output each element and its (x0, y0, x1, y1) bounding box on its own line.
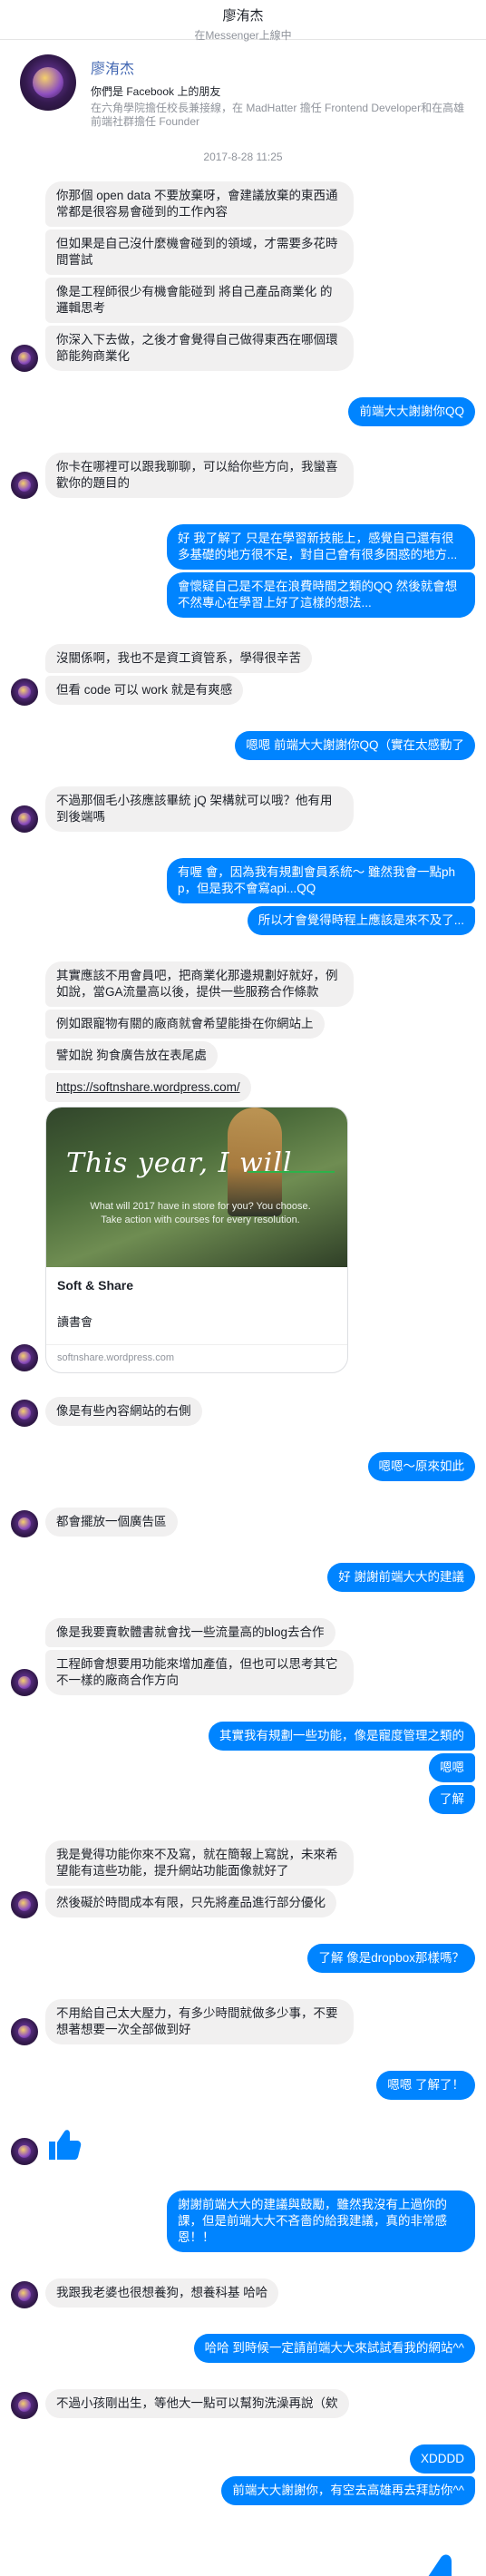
message-group: 不過那個毛小孩應該畢統 jQ 架構就可以哦？他有用到後端嗎 (0, 786, 486, 834)
message-group: 哈哈 到時候一定請前端大大來試試看我的網站^^ (0, 2334, 486, 2366)
avatar-icon[interactable] (11, 2392, 38, 2419)
message-bubble[interactable]: 不過那個毛小孩應該畢統 jQ 架構就可以哦？他有用到後端嗎 (45, 786, 354, 832)
message-group: 我跟我老婆也很想養狗，想養科基 哈哈 (0, 2278, 486, 2310)
message-thread: 你那個 open data 不要放棄呀，會建議放棄的東西通常都是很容易會碰到的工… (0, 181, 486, 2576)
avatar-icon[interactable] (11, 678, 38, 706)
message-bubble[interactable]: 嗯嗯 了解了！ (376, 2071, 475, 2100)
message-group: 我是覺得功能你來不及寫，就在簡報上寫說，未來希望能有這些功能，提升網站功能面像就… (0, 1840, 486, 1920)
message-group (0, 2126, 486, 2167)
avatar-icon[interactable] (11, 1510, 38, 1537)
message-group: 你卡在哪裡可以跟我聊聊，可以給你些方向，我蠻喜歡你的題目的 (0, 453, 486, 501)
conversation-header: 廖洧杰 在Messenger上線中 (0, 0, 486, 42)
message-group: 嗯嗯～原來如此 (0, 1452, 486, 1484)
message-group: 都會擺放一個廣告區 (0, 1508, 486, 1539)
message-bubble[interactable]: 不用給自己太大壓力，有多少時間就做多少事，不要想著想要一次全部做到好 (45, 1999, 354, 2044)
message-group: XDDDD 前端大大謝謝你，有空去高雄再去拜訪你^^ (0, 2444, 486, 2576)
message-bubble[interactable]: 好 謝謝前端大大的建議 (327, 1563, 475, 1592)
avatar-icon[interactable] (11, 805, 38, 833)
avatar-icon[interactable] (11, 1669, 38, 1696)
message-bubble[interactable]: 你深入下去做，之後才會覺得自己做得東西在哪個環節能夠商業化 (45, 326, 354, 371)
preview-subtext: What will 2017 have in store for you? Yo… (90, 1201, 311, 1225)
avatar-icon[interactable] (11, 2018, 38, 2045)
thumbs-up-icon (403, 2533, 475, 2576)
conversation-timestamp: 2017-8-28 11:25 (203, 151, 283, 163)
message-bubble[interactable]: 哈哈 到時候一定請前端大大來試試看我的網站^^ (193, 2334, 475, 2363)
message-bubble[interactable]: 像是有些內容網站的右側 (45, 1397, 202, 1426)
message-group: 前端大大謝謝你QQ (0, 397, 486, 429)
message-bubble[interactable]: 例如跟寵物有關的廠商就會希望能掛在你網站上 (45, 1010, 325, 1039)
message-group: 像是我要賣軟體書就會找一些流量高的blog去合作工程師會想要用功能來增加產值，但… (0, 1618, 486, 1698)
avatar-icon[interactable] (11, 1891, 38, 1918)
preview-description: 讀書會 (57, 1315, 93, 1329)
message-group: 其實我有規劃一些功能，像是寵度管理之類的 嗯嗯了解 (0, 1722, 486, 1817)
message-bubble[interactable]: 前端大大謝謝你，有空去高雄再去拜訪你^^ (221, 2476, 475, 2505)
message-bubble[interactable]: 像是工程師很少有機會能碰到 將自己產品商業化 的邏輯思考 (45, 278, 354, 323)
message-group: 其實應該不用會員吧，把商業化那邊規劃好就好，例如說，當GA流量高以後，提供一些服… (0, 961, 486, 1373)
message-group: 好 謝謝前端大大的建議 (0, 1563, 486, 1595)
avatar-icon[interactable] (11, 2138, 38, 2165)
message-bubble[interactable]: 其實應該不用會員吧，把商業化那邊規劃好就好，例如說，當GA流量高以後，提供一些服… (45, 961, 354, 1007)
message-bubble[interactable]: https://softnshare.wordpress.com/ (45, 1073, 251, 1102)
message-bubble[interactable]: 了解 像是dropbox那樣嗎？ (307, 1944, 475, 1973)
message-bubble[interactable]: 了解 (429, 1785, 475, 1814)
message-bubble[interactable]: 會懷疑自己是不是在浪費時間之類的QQ 然後就會想不然專心在學習上好了這樣的想法.… (167, 572, 475, 618)
message-bubble[interactable]: 前端大大謝謝你QQ (348, 397, 475, 426)
message-group: 沒關係啊，我也不是資工資管系，學得很辛苦 但看 code 可以 work 就是有爽… (0, 644, 486, 707)
avatar-icon[interactable] (11, 1400, 38, 1427)
avatar-icon[interactable] (11, 1344, 38, 1371)
message-bubble[interactable]: 不過小孩剛出生，等他大一點可以幫狗洗澡再說（欸 (45, 2389, 349, 2418)
message-group: 好 我了解了 只是在學習新技能上，感覺自己還有很多基礎的地方很不足，對自己會有很… (0, 524, 486, 620)
thumbs-up-icon (45, 2126, 82, 2167)
message-bubble[interactable]: 譬如說 狗食廣告放在表尾處 (45, 1041, 218, 1070)
message-group: 你那個 open data 不要放棄呀，會建議放棄的東西通常都是很容易會碰到的工… (0, 181, 486, 374)
header-name[interactable]: 廖洧杰 (0, 5, 486, 24)
message-group: 嗯嗯 了解了！ (0, 2071, 486, 2103)
message-bubble[interactable]: XDDDD (409, 2444, 475, 2474)
preview-title: Soft & Share (57, 1278, 134, 1293)
avatar-icon[interactable] (11, 2281, 38, 2308)
message-bubble[interactable]: 你那個 open data 不要放棄呀，會建議放棄的東西通常都是很容易會碰到的工… (45, 181, 354, 227)
message-bubble[interactable]: 有喔 會，因為我有規劃會員系統～ 雖然我會一點php，但是我不會寫api...Q… (167, 858, 475, 903)
profile-card: 廖洧杰 你們是 Facebook 上的朋友 在六角學院擔任校長兼接線，在 Mad… (0, 40, 486, 138)
message-bubble[interactable]: 好 我了解了 只是在學習新技能上，感覺自己還有很多基礎的地方很不足，對自己會有很… (167, 524, 475, 570)
message-group: 嗯嗯 前端大大謝謝你QQ（實在太感動了 (0, 731, 486, 763)
message-group: 了解 像是dropbox那樣嗎？ (0, 1944, 486, 1976)
preview-headline: This year, I will (66, 1147, 293, 1179)
message-bubble[interactable]: 但如果是自己沒什麼機會碰到的領域，才需要多花時間嘗試 (45, 229, 354, 275)
message-group: 不過小孩剛出生，等他大一點可以幫狗洗澡再說（欸 (0, 2389, 486, 2421)
profile-job: 在六角學院擔任校長兼接線，在 MadHatter 擔任 Frontend Dev… (91, 102, 465, 128)
message-bubble[interactable]: 謝謝前端大大的建議與鼓勵，雖然我沒有上過你的課，但是前端大大不吝嗇的給我建議，真… (167, 2191, 475, 2252)
message-bubble[interactable]: 其實我有規劃一些功能，像是寵度管理之類的 (209, 1722, 475, 1751)
message-group: 不用給自己太大壓力，有多少時間就做多少事，不要想著想要一次全部做到好 (0, 1999, 486, 2047)
link-preview-image: This year, I will What will 2017 have in … (46, 1107, 347, 1267)
avatar-icon[interactable] (11, 472, 38, 499)
message-bubble[interactable]: 你卡在哪裡可以跟我聊聊，可以給你些方向，我蠻喜歡你的題目的 (45, 453, 354, 498)
message-bubble[interactable]: 然後礙於時間成本有限，只先將產品進行部分優化 (45, 1888, 336, 1917)
profile-friend-text: 你們是 Facebook 上的朋友 (91, 85, 221, 98)
profile-name[interactable]: 廖洧杰 (91, 56, 471, 78)
message-bubble[interactable]: 嗯嗯～原來如此 (367, 1452, 475, 1481)
message-bubble[interactable]: 嗯嗯 前端大大謝謝你QQ（實在太感動了 (235, 731, 475, 760)
message-group: 像是有些內容網站的右側 (0, 1397, 486, 1429)
message-bubble[interactable]: 我是覺得功能你來不及寫，就在簡報上寫說，未來希望能有這些功能，提升網站功能面像就… (45, 1840, 354, 1886)
preview-domain: softnshare.wordpress.com (46, 1344, 347, 1372)
message-bubble[interactable]: 工程師會想要用功能來增加產值，但也可以思考其它不一樣的廠商合作方向 (45, 1650, 354, 1695)
message-bubble[interactable]: 我跟我老婆也很想養狗，想養科基 哈哈 (45, 2278, 279, 2308)
message-bubble[interactable]: 嗯嗯 (429, 1753, 475, 1782)
message-bubble[interactable]: 所以才會覺得時程上應該是來不及了... (247, 906, 475, 935)
message-bubble[interactable]: 沒關係啊，我也不是資工資管系，學得很辛苦 (45, 644, 312, 673)
message-group: 謝謝前端大大的建議與鼓勵，雖然我沒有上過你的課，但是前端大大不吝嗇的給我建議，真… (0, 2191, 486, 2255)
message-bubble[interactable]: 但看 code 可以 work 就是有爽感 (45, 676, 244, 705)
message-bubble[interactable]: 像是我要賣軟體書就會找一些流量高的blog去合作 (45, 1618, 335, 1647)
message-group: 有喔 會，因為我有規劃會員系統～ 雖然我會一點php，但是我不會寫api...Q… (0, 858, 486, 938)
profile-avatar[interactable] (20, 54, 76, 111)
link-preview-card[interactable]: This year, I will What will 2017 have in … (45, 1107, 348, 1373)
avatar-icon[interactable] (11, 345, 38, 372)
message-bubble[interactable]: 都會擺放一個廣告區 (45, 1508, 178, 1537)
